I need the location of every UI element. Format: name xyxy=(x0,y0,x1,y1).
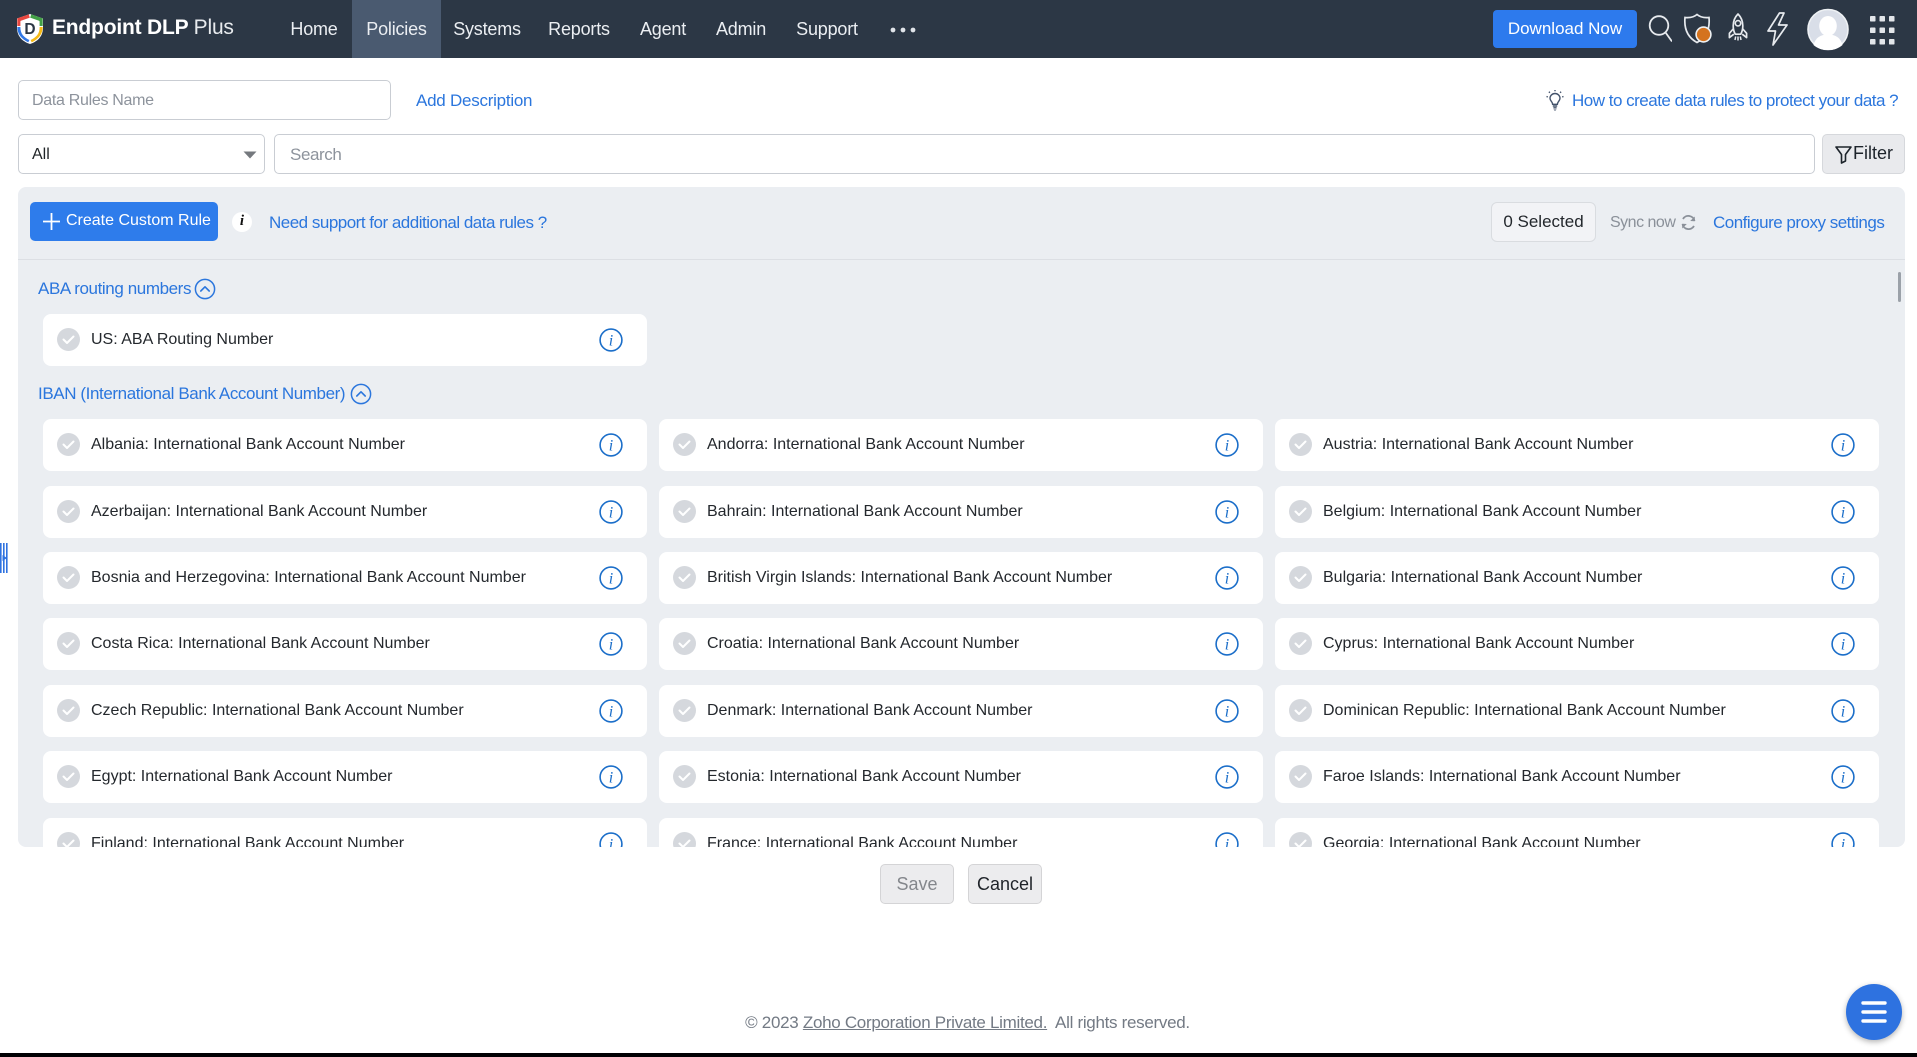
svg-text:i: i xyxy=(609,637,613,654)
svg-text:D: D xyxy=(24,21,35,38)
svg-text:i: i xyxy=(609,570,613,587)
svg-text:i: i xyxy=(1841,504,1845,521)
svg-text:i: i xyxy=(1225,637,1229,654)
svg-text:i: i xyxy=(609,836,613,847)
svg-text:i: i xyxy=(1841,703,1845,720)
svg-text:i: i xyxy=(1841,637,1845,654)
svg-text:i: i xyxy=(1841,770,1845,787)
svg-text:i: i xyxy=(1841,570,1845,587)
svg-text:i: i xyxy=(1225,570,1229,587)
svg-text:i: i xyxy=(1841,438,1845,455)
svg-text:i: i xyxy=(1225,836,1229,847)
svg-text:i: i xyxy=(609,333,613,350)
svg-text:i: i xyxy=(609,438,613,455)
svg-text:i: i xyxy=(1225,504,1229,521)
svg-text:i: i xyxy=(609,703,613,720)
svg-text:i: i xyxy=(1225,438,1229,455)
svg-text:i: i xyxy=(609,770,613,787)
svg-text:i: i xyxy=(1225,770,1229,787)
svg-text:i: i xyxy=(609,504,613,521)
svg-text:i: i xyxy=(1841,836,1845,847)
svg-text:i: i xyxy=(1225,703,1229,720)
